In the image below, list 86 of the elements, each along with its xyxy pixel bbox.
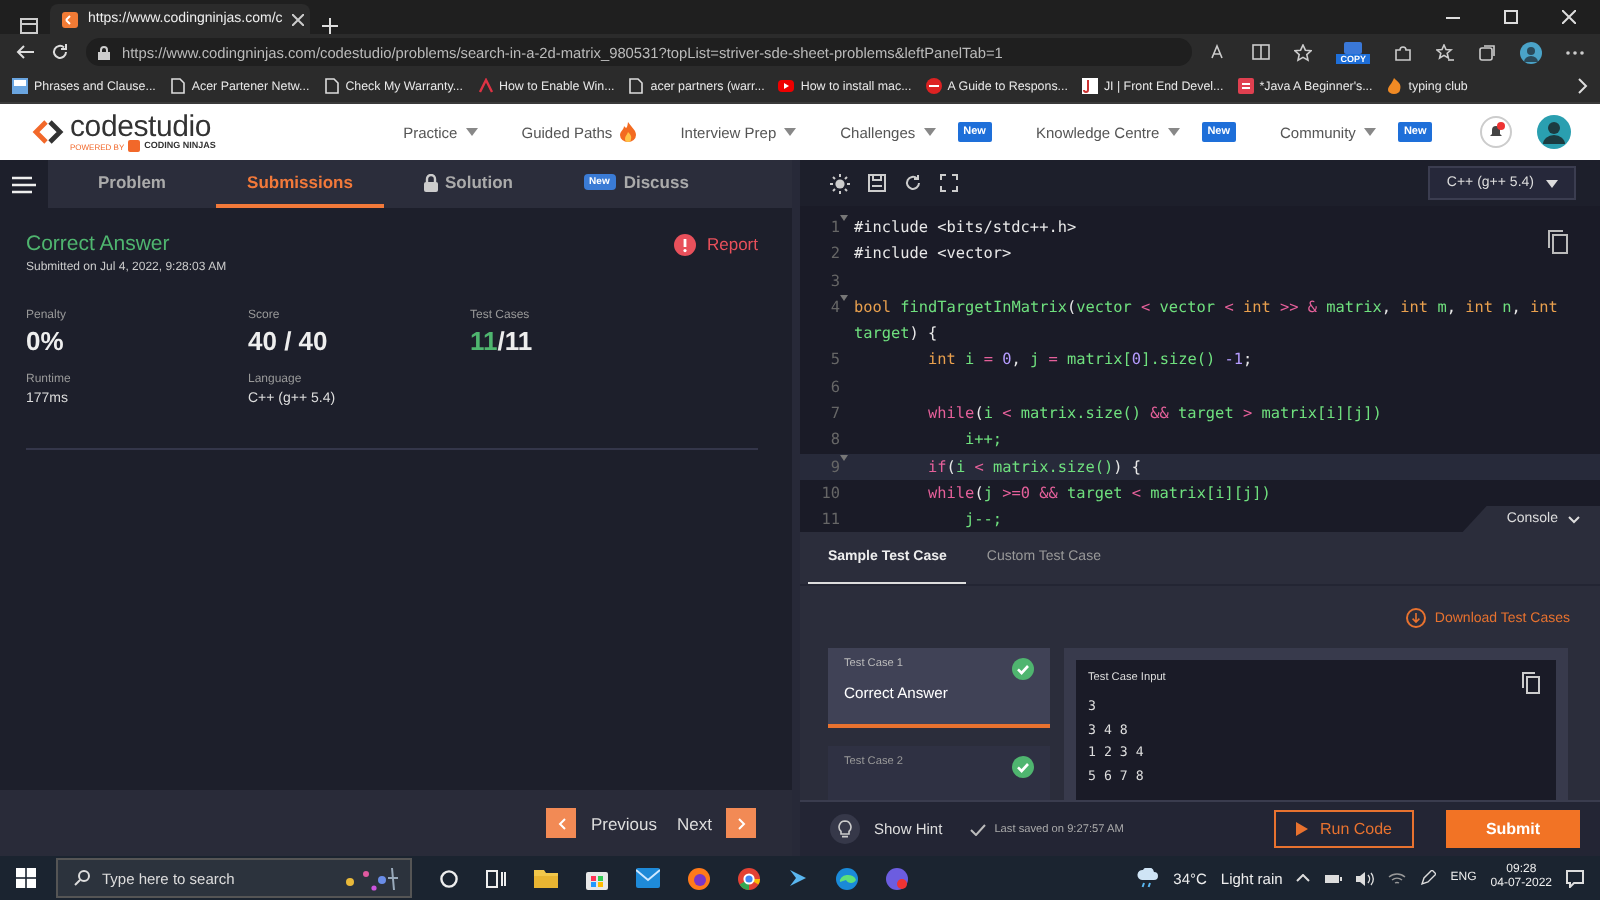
caret-icon (1363, 128, 1376, 136)
profile-avatar-icon[interactable] (1520, 41, 1542, 63)
page-icon (323, 78, 340, 94)
chevron-up-icon[interactable] (1296, 874, 1311, 882)
page-icon (169, 78, 186, 94)
mail-icon[interactable] (636, 868, 660, 888)
fold-arrow-icon[interactable] (840, 453, 848, 462)
chevron-right-icon (737, 817, 745, 829)
ninja-logo-icon (128, 140, 141, 153)
lock-icon (423, 173, 437, 191)
chevron-left-icon (557, 817, 566, 829)
notification-icon[interactable] (1566, 869, 1584, 887)
menu-icon[interactable] (12, 175, 36, 193)
round-browser-icon[interactable] (738, 867, 760, 889)
chevron-right-icon[interactable] (1578, 78, 1588, 94)
page-icon (628, 78, 645, 94)
save-icon[interactable] (868, 174, 886, 192)
collections-icon[interactable] (1478, 43, 1496, 61)
close-icon[interactable] (292, 13, 305, 25)
code-logo-icon (32, 119, 64, 144)
logo-text: code (70, 111, 134, 142)
more-icon[interactable] (1566, 49, 1584, 55)
brightness-icon[interactable] (830, 173, 850, 193)
alert-icon (674, 233, 697, 255)
next-button[interactable]: Next (677, 808, 756, 838)
refresh-icon[interactable] (52, 44, 68, 60)
stat-value: 40 / 40 (248, 326, 330, 356)
chat-app-icon[interactable] (886, 867, 908, 889)
split-screen-icon[interactable] (1252, 44, 1271, 60)
report-link[interactable]: Report (706, 234, 758, 254)
windows-logo-icon[interactable] (16, 868, 36, 888)
fox-browser-icon[interactable] (688, 867, 710, 889)
store-icon[interactable] (586, 867, 608, 889)
pen-icon[interactable] (1420, 870, 1437, 886)
maximize-icon[interactable] (1504, 10, 1518, 24)
back-icon[interactable] (16, 44, 34, 60)
favorite-star-icon[interactable] (1294, 43, 1313, 61)
fullscreen-icon[interactable] (940, 174, 958, 192)
fold-arrow-icon[interactable] (840, 214, 848, 222)
stat-value: 0% (26, 326, 66, 356)
tab[interactable]: Problem (48, 160, 216, 208)
battery-icon[interactable] (1324, 873, 1343, 883)
wave-browser-icon[interactable] (836, 867, 858, 889)
stat-value: 11/11 (470, 326, 535, 356)
speaker-icon[interactable] (1356, 871, 1375, 885)
cloud-rain-icon (1135, 868, 1160, 888)
copy-icon[interactable] (1522, 672, 1540, 694)
chevron-down-icon (1568, 515, 1580, 523)
list-icon (1237, 78, 1254, 94)
copy-icon[interactable] (1548, 230, 1568, 254)
caret-icon (465, 128, 478, 136)
caret-icon (1546, 179, 1558, 187)
lock-icon (98, 45, 110, 59)
status-text: Correct Answer (26, 232, 172, 256)
run-code-button[interactable]: Run Code (1273, 810, 1414, 848)
play-icon (1295, 822, 1308, 836)
tab-actions-icon[interactable] (20, 18, 38, 34)
circle-icon[interactable] (440, 869, 458, 887)
caret-icon (923, 128, 936, 136)
previous-button[interactable]: Previous (546, 808, 658, 838)
caret-icon (784, 128, 797, 136)
user-avatar-icon[interactable] (1536, 114, 1572, 150)
check-icon (970, 823, 987, 835)
no-entry-icon (925, 78, 942, 94)
close-icon[interactable] (1562, 10, 1576, 24)
notification-bell-icon[interactable] (1480, 116, 1512, 148)
tab[interactable]: Solution (384, 160, 552, 208)
favicon-icon (62, 11, 78, 27)
lightbulb-icon (838, 820, 852, 838)
folder-icon[interactable] (534, 868, 558, 888)
extension-icon[interactable] (1344, 41, 1363, 53)
fold-arrow-icon[interactable] (840, 293, 848, 302)
read-aloud-icon[interactable] (1210, 44, 1229, 60)
logo-text: studio (133, 111, 212, 142)
search-icon (74, 870, 90, 886)
reset-icon[interactable] (904, 174, 922, 192)
task-view-icon[interactable] (486, 869, 506, 887)
tab[interactable]: Submissions (216, 160, 384, 208)
download-icon (1406, 608, 1427, 628)
wifi-icon[interactable] (1388, 871, 1407, 885)
new-tab-icon[interactable] (322, 18, 338, 34)
page-icon (12, 78, 28, 94)
favorites-icon[interactable] (1436, 43, 1454, 61)
caret-icon (1167, 128, 1180, 136)
play-icon (778, 78, 795, 94)
arrow-app-icon[interactable] (788, 868, 808, 888)
